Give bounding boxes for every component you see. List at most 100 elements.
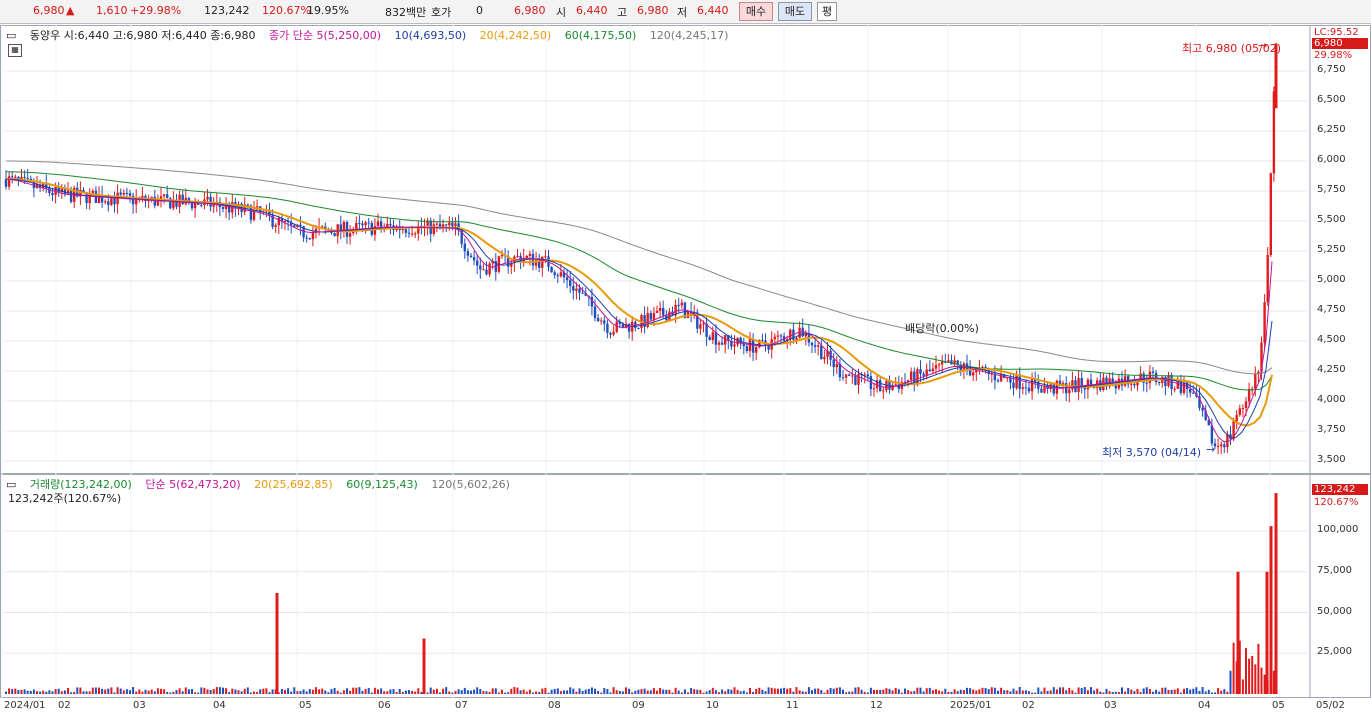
candle-body (410, 233, 414, 235)
volume-bar (355, 687, 358, 694)
volume-bar (414, 691, 417, 694)
volume-bar (510, 688, 513, 694)
volume-bar (1214, 692, 1216, 694)
candle-body (190, 202, 194, 209)
candle-body (866, 374, 869, 377)
candle-body (612, 331, 615, 335)
candle-body (181, 194, 184, 205)
volume-bar (175, 690, 178, 694)
volume-bar (981, 687, 984, 694)
candle-body (593, 306, 597, 318)
volume-bar (479, 688, 482, 694)
volume-bar (1158, 691, 1161, 694)
volume-bar (749, 687, 751, 694)
volume-bar (621, 691, 624, 694)
candle-body (23, 176, 26, 178)
candle-body (708, 336, 711, 341)
volume-bar (854, 687, 857, 694)
volume-bar (386, 691, 389, 694)
candle-body (773, 336, 776, 340)
volume-bar (1136, 688, 1139, 694)
candle-body (221, 207, 225, 209)
candle-body (934, 365, 938, 369)
price-tick-label: 4,500 (1317, 334, 1346, 345)
pct-tag: 29.98% (1314, 50, 1353, 61)
volume-bar (724, 691, 727, 694)
volume-bar (113, 692, 116, 694)
date-tick-label: 06 (378, 700, 391, 711)
volume-bar (612, 687, 615, 694)
volume-bar (643, 688, 646, 694)
candle-body (451, 222, 454, 227)
candle-body (528, 253, 532, 256)
candle-body (1148, 371, 1152, 384)
volume-bar (566, 690, 569, 694)
candle-body (541, 256, 544, 268)
volume-bar (1111, 692, 1114, 694)
price-legend: ▭ 동양우 시:6,440 고:6,980 저:6,440 종:6,980 종가… (6, 27, 738, 43)
volume-bar (318, 689, 321, 694)
volume-bar (101, 688, 104, 694)
candle-body (482, 269, 485, 271)
volume-bar (972, 689, 975, 694)
volume-bar (76, 687, 79, 694)
volume-bar (26, 690, 29, 694)
volume-bar (1179, 692, 1182, 694)
volume-bar (336, 690, 339, 694)
volume-bar (411, 690, 414, 694)
volume-bar (231, 688, 234, 694)
volume-bar (1018, 687, 1021, 694)
volume-bar (225, 688, 228, 694)
volume-bar (206, 689, 209, 694)
volume-bar (659, 687, 662, 694)
candlestick-chart[interactable] (0, 0, 1371, 718)
volume-bar (879, 689, 882, 694)
volume-bar (135, 691, 138, 694)
volume-bar (321, 688, 324, 694)
volume-bar (891, 690, 894, 694)
volume-bar (863, 691, 866, 694)
volume-bar (200, 687, 203, 694)
volume-bar (280, 688, 283, 694)
volume-bar (1003, 690, 1006, 694)
volume-bar (634, 690, 637, 694)
volume-bar (1145, 687, 1148, 694)
grid-table-icon[interactable]: ▦ (8, 44, 22, 57)
volume-bar (237, 690, 240, 694)
candle-body (113, 198, 116, 205)
volume-bar (535, 691, 538, 694)
volume-bar (392, 689, 395, 694)
volume-bar (1204, 691, 1207, 694)
volume-bar (1170, 689, 1173, 694)
candle-body (26, 177, 29, 179)
candle-body (646, 313, 649, 328)
volume-bar (494, 688, 497, 694)
volume-bar (370, 692, 373, 694)
candle-body (1151, 371, 1155, 373)
candle-body (166, 194, 169, 199)
volume-bar (5, 691, 7, 694)
volume-bar (1021, 690, 1024, 694)
candle-body (1173, 388, 1176, 390)
volume-spike (1274, 493, 1278, 694)
legend-toggle-icon[interactable]: ▭ (6, 29, 16, 42)
volume-bar (631, 692, 634, 694)
volume-bar (57, 688, 60, 694)
candle-body (767, 345, 770, 350)
volume-bar (398, 689, 401, 694)
volume-bar (482, 691, 485, 694)
candle-body (699, 324, 702, 329)
volume-bar (197, 692, 200, 694)
candle-body (463, 243, 466, 252)
candle-body (1130, 383, 1133, 385)
candle-body (1266, 254, 1269, 303)
candle-body (565, 277, 569, 281)
volume-bar (367, 687, 370, 694)
candle-body (311, 232, 315, 240)
high-arrow-icon: → (1258, 39, 1268, 52)
volume-bar (826, 689, 829, 694)
volume-bar (807, 687, 810, 694)
volume-bar (1186, 688, 1189, 694)
ma20-legend: 20(4,242,50) (479, 29, 552, 42)
volume-bar (581, 691, 584, 694)
